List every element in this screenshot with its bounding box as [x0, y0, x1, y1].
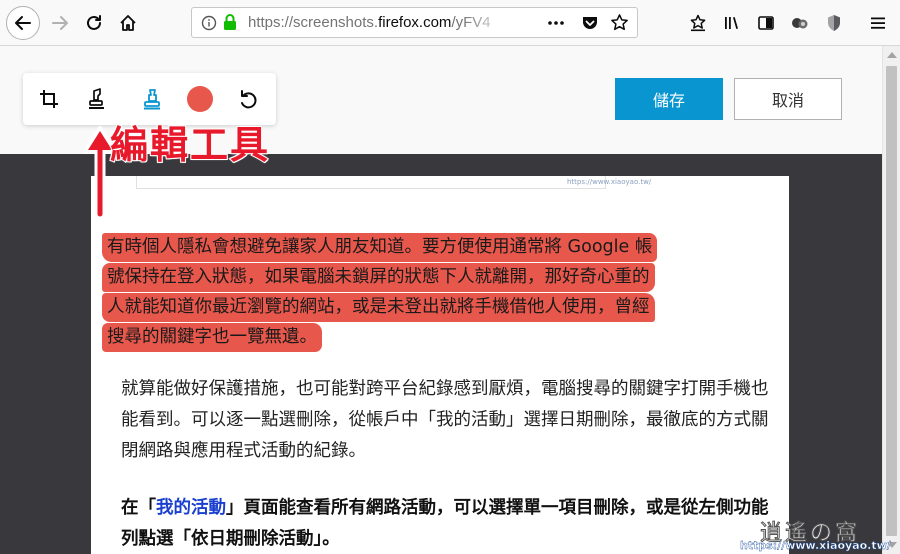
undo-tool[interactable]	[232, 83, 264, 115]
scroll-thumb[interactable]	[886, 66, 897, 536]
preview-url: https://www.xiaoyao.tw/	[567, 178, 652, 186]
url-prefix: https://screenshots.	[248, 14, 379, 31]
crop-icon	[40, 90, 58, 108]
selected-color-swatch	[187, 86, 213, 112]
highlighter-icon	[89, 88, 104, 109]
forward-arrow-icon	[52, 16, 68, 30]
undo-icon	[241, 90, 257, 109]
extension-button[interactable]	[784, 7, 816, 39]
page-scrollbar[interactable]	[882, 46, 900, 554]
shield-icon	[828, 15, 840, 31]
highlighted-line: 號保持在登入狀態，如果電腦未鎖屏的狀態下人就離開，那好奇心重的	[102, 263, 655, 292]
scroll-up-arrow-icon[interactable]	[887, 52, 897, 58]
highlighted-line: 人就能知道你最近瀏覽的網站，或是未登出就將手機借他人使用，曾經	[102, 293, 655, 322]
color-picker[interactable]	[184, 83, 216, 115]
pen-tool[interactable]	[136, 83, 168, 115]
page-actions-icon[interactable]	[547, 17, 565, 29]
paragraph-3: 在「我的活動」頁面能查看所有網路活動，可以選擇單一項目刪除，或是從左側功能列點選…	[121, 493, 771, 554]
menu-button[interactable]	[862, 7, 894, 39]
home-icon	[120, 15, 136, 31]
paragraph-2: 就算能做好保護措施，也可能對跨平台紀錄感到厭煩，電腦搜尋的關鍵字打開手機也能看到…	[121, 379, 769, 461]
paragraph-3-before: 在「	[121, 498, 156, 518]
watermark-url: https://www.xiaoyao.tw/	[740, 539, 891, 552]
library-icon	[725, 17, 738, 29]
sidebar-icon	[758, 16, 774, 30]
my-activity-link[interactable]: 我的活動	[156, 498, 226, 518]
highlighted-paragraph: 有時個人隱私會想避免讓家人朋友知道。要方便使用通常將 Google 帳 號保持在…	[102, 233, 764, 353]
info-icon	[201, 15, 217, 31]
star-list-icon	[690, 14, 706, 32]
editor-canvas: https://www.xiaoyao.tw/ 有時個人隱私會想避免讓家人朋友知…	[0, 154, 882, 554]
forward-button[interactable]	[44, 7, 76, 39]
highlighter-tool[interactable]	[81, 83, 113, 115]
browser-toolbar: https://screenshots.firefox.com/yFV4	[0, 0, 900, 46]
url-fade	[462, 10, 512, 35]
cancel-button[interactable]: 取消	[734, 78, 842, 120]
highlighted-line: 有時個人隱私會想避免讓家人朋友知道。要方便使用通常將 Google 帳	[102, 233, 658, 262]
crop-tool[interactable]	[33, 83, 65, 115]
back-button[interactable]	[6, 6, 40, 40]
watermark: 逍遙の窩 https://www.xiaoyao.tw/	[740, 515, 891, 554]
reload-icon	[87, 15, 101, 30]
pocket-icon[interactable]	[581, 14, 599, 32]
url-bar[interactable]: https://screenshots.firefox.com/yFV4	[191, 7, 638, 38]
reload-button[interactable]	[78, 7, 110, 39]
highlighted-line: 搜尋的關鍵字也一覽無遺。	[102, 323, 322, 352]
lock-icon	[224, 14, 236, 30]
home-button[interactable]	[112, 7, 144, 39]
hamburger-menu-icon	[871, 17, 885, 29]
save-button[interactable]: 儲存	[615, 78, 723, 120]
back-arrow-icon	[15, 16, 31, 30]
previous-image-edge: https://www.xiaoyao.tw/	[136, 176, 651, 189]
bookmark-star-icon[interactable]	[610, 13, 629, 32]
captured-image[interactable]: https://www.xiaoyao.tw/ 有時個人隱私會想避免讓家人朋友知…	[91, 176, 789, 554]
pen-icon	[144, 89, 160, 110]
url-text[interactable]: https://screenshots.firefox.com/yFV4	[248, 14, 498, 31]
annotation-label: 編輯工具	[109, 121, 271, 168]
bookmarks-button[interactable]	[682, 7, 714, 39]
extension-circles-icon	[792, 18, 808, 29]
url-domain: firefox.com	[378, 14, 452, 31]
sidebar-button[interactable]	[750, 7, 782, 39]
library-button[interactable]	[716, 7, 748, 39]
shield-button[interactable]	[818, 7, 850, 39]
